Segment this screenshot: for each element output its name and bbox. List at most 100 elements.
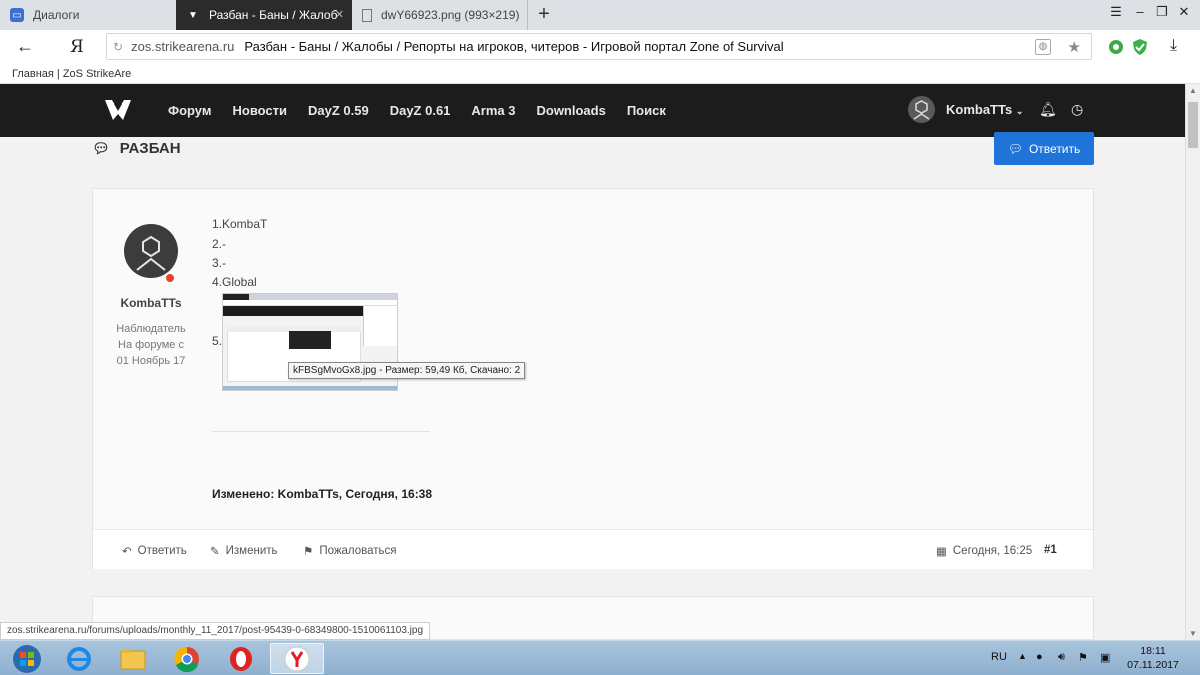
scroll-down-icon[interactable]: ▼ (1189, 629, 1197, 638)
restore-icon[interactable]: ❐ (1152, 4, 1172, 20)
nav-arma3[interactable]: Arma 3 (471, 103, 515, 118)
start-button[interactable] (0, 643, 54, 674)
user-avatar[interactable] (908, 96, 935, 123)
chat-icon: ▭ (10, 8, 24, 22)
extension-icon[interactable] (1107, 38, 1125, 56)
opera-icon (230, 646, 252, 671)
comments-icon: 💬︎ (92, 140, 110, 156)
tab-dialogs[interactable]: ▭ Диалоги (0, 0, 176, 30)
site-logo-icon: ▼ (188, 9, 198, 21)
status-bar-url: zos.strikearena.ru/forums/uploads/monthl… (0, 622, 431, 640)
shield-icon[interactable] (1131, 38, 1149, 56)
minimize-icon[interactable]: – (1130, 4, 1150, 19)
explorer-taskbar-button[interactable] (106, 643, 160, 674)
edited-note: Изменено: KombaTTs, Сегодня, 16:38 (212, 487, 433, 501)
main-menu: Форум Новости DayZ 0.59 DayZ 0.61 Arma 3… (168, 103, 666, 118)
chrome-taskbar-button[interactable] (160, 643, 214, 674)
windows-taskbar: RU ▲ ● 🔊︎ ⚑ ▣ 18:11 07.11.2017 (0, 640, 1200, 675)
post-footer: ↶ Ответить ✎ Изменить ⚑ Пожаловаться ▦ С… (93, 529, 1093, 569)
post-report-label: Пожаловаться (319, 545, 397, 557)
online-status-dot (164, 272, 176, 284)
opera-taskbar-button[interactable] (214, 643, 268, 674)
user-menu[interactable]: KombaTTs ⌄ (946, 102, 1023, 117)
reply-arrow-icon: ↶ (122, 546, 132, 558)
internet-explorer-icon (67, 646, 91, 671)
tray-app-icon[interactable]: ● (1036, 651, 1043, 663)
post-report-button[interactable]: ⚑ Пожаловаться (303, 544, 397, 558)
tab-image[interactable]: dwY66923.png (993×219) (352, 0, 528, 30)
post-date-text: Сегодня, 16:25 (952, 545, 1033, 557)
post-line-1: 1.KombaT (212, 217, 268, 231)
network-icon[interactable]: ▣ (1100, 651, 1110, 664)
scroll-up-icon[interactable]: ▲ (1189, 86, 1197, 95)
nav-downloads[interactable]: Downloads (536, 103, 605, 118)
page-scrollbar[interactable]: ▲ ▼ (1185, 84, 1200, 640)
post-number[interactable]: #1 (1044, 544, 1057, 556)
chrome-icon (174, 646, 199, 672)
nav-news[interactable]: Новости (232, 103, 287, 118)
yandex-logo-icon[interactable]: Я (70, 37, 84, 57)
close-tab-icon[interactable]: ✕ (335, 8, 344, 21)
refresh-icon[interactable]: ↻ (113, 40, 123, 54)
post-line-5: 5. (212, 334, 223, 348)
post-date: ▦ Сегодня, 16:25 (936, 544, 1032, 558)
file-icon (362, 8, 372, 22)
download-icon[interactable]: ⤓ (1170, 37, 1188, 55)
attachment-tooltip: kFBSgMvoGx8.jpg - Размер: 59,49 Кб, Скач… (288, 362, 526, 379)
comments-icon: 💬︎ (1007, 141, 1023, 156)
page-title-text: РАЗБАН (119, 140, 181, 157)
thumb-dropdown (363, 306, 397, 346)
reply-button-label: Ответить (1028, 141, 1081, 156)
author-role: Наблюдатель (116, 323, 186, 335)
flag-tray-icon[interactable]: ⚑ (1078, 651, 1088, 664)
clock-icon[interactable]: ◷ (1071, 101, 1083, 118)
yandex-taskbar-button[interactable] (270, 643, 324, 674)
user-placeholder-icon (136, 235, 166, 271)
site-logo[interactable] (104, 98, 132, 122)
post-edit-button[interactable]: ✎ Изменить (210, 544, 278, 558)
nav-dayz-061[interactable]: DayZ 0.61 (390, 103, 451, 118)
chevron-down-icon: ⌄ (1015, 106, 1024, 116)
calendar-icon: ▦ (936, 546, 947, 558)
forum-post: KombaTTs Наблюдатель На форуме с 01 Нояб… (92, 188, 1094, 569)
username: KombaTTs (946, 102, 1013, 117)
post-reply-button[interactable]: ↶ Ответить (122, 544, 187, 558)
nav-search[interactable]: Поиск (627, 103, 666, 118)
post-line-2: 2.- (212, 237, 227, 251)
bell-icon[interactable]: 🔔︎ (1039, 101, 1057, 118)
ie-taskbar-button[interactable] (52, 643, 106, 674)
bookmark-star-icon[interactable]: ★ (1068, 38, 1081, 56)
language-indicator[interactable]: RU (991, 651, 1007, 663)
tab-unban[interactable]: ▼ Разбан - Баны / Жалобы ✕ (176, 0, 352, 30)
address-toolbar: ← Я ↻ zos.strikearena.ru Разбан - Баны /… (0, 30, 1200, 64)
reply-button[interactable]: 💬︎ Ответить (994, 132, 1094, 165)
windows-logo-icon (13, 644, 41, 673)
clock-time: 18:11 (1140, 645, 1166, 657)
signature-divider (212, 431, 430, 432)
nav-forum[interactable]: Форум (168, 103, 211, 118)
author-since-label: На форуме с (118, 339, 184, 351)
scroll-thumb[interactable] (1188, 102, 1198, 148)
address-field[interactable]: ↻ zos.strikearena.ru Разбан - Баны / Жал… (106, 33, 1092, 60)
author-name[interactable]: KombaTTs (93, 296, 209, 310)
flag-icon: ⚑ (303, 546, 314, 558)
tray-expand-icon[interactable]: ▲ (1018, 651, 1027, 661)
site-header: Форум Новости DayZ 0.59 DayZ 0.61 Arma 3… (0, 84, 1185, 137)
nav-dayz-059[interactable]: DayZ 0.59 (308, 103, 369, 118)
system-clock[interactable]: 18:11 07.11.2017 (1122, 644, 1184, 672)
new-tab-button[interactable]: + (534, 3, 554, 25)
tab-label: Разбан - Баны / Жалобы (209, 8, 337, 22)
back-arrow-icon[interactable]: ← (16, 36, 34, 57)
tab-label: dwY66923.png (993×219) (381, 8, 520, 22)
translate-icon[interactable]: ◍ (1035, 39, 1051, 55)
volume-icon[interactable]: 🔊︎ (1058, 651, 1065, 664)
post-reply-label: Ответить (137, 545, 187, 557)
address-page-title: Разбан - Баны / Жалобы / Репорты на игро… (244, 39, 784, 54)
bookmarks-bar: Главная | ZoS StrikeAre (0, 64, 1200, 84)
folder-icon (120, 648, 146, 669)
close-window-icon[interactable]: ✕ (1174, 4, 1194, 20)
author-avatar[interactable] (124, 224, 178, 278)
clock-date: 07.11.2017 (1127, 659, 1179, 671)
bookmark-home[interactable]: Главная | ZoS StrikeAre (12, 68, 131, 80)
menu-icon[interactable]: ☰ (1106, 4, 1126, 20)
